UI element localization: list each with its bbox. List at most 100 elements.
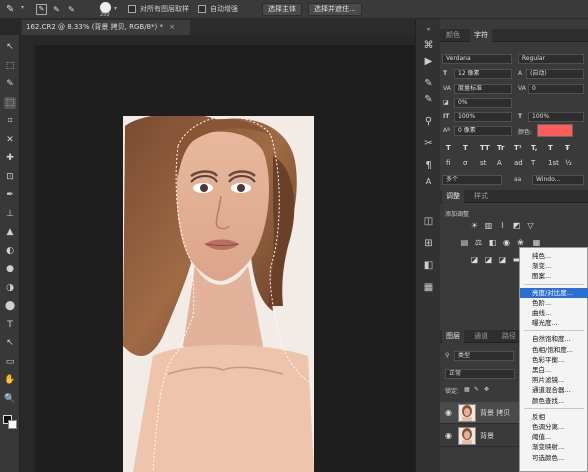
text-color-swatch[interactable]	[537, 124, 573, 137]
crop-tool-icon[interactable]: ⌗	[4, 115, 16, 127]
gradient-tool-icon[interactable]: ●	[4, 263, 16, 275]
lock-paint-icon[interactable]: ✎	[474, 386, 479, 393]
character-icon[interactable]: A	[422, 175, 435, 188]
menu-item[interactable]: 色阶...	[520, 298, 588, 308]
threshold-icon[interactable]: ◪	[498, 255, 507, 264]
vibrance-icon[interactable]: ▽	[526, 221, 535, 230]
menu-item[interactable]: 图案...	[520, 271, 588, 281]
move-tool-icon[interactable]: ↖	[4, 41, 16, 53]
chevron-down-icon[interactable]: ▾	[114, 5, 117, 12]
hue-saturation-icon[interactable]: ▤	[460, 238, 469, 247]
zoom-tool-icon[interactable]: 🔍	[4, 393, 16, 405]
info-icon[interactable]: ⊞	[422, 237, 435, 250]
tool-presets-icon[interactable]: ✂	[422, 137, 435, 150]
eyedropper-tool-icon[interactable]: ✚	[4, 152, 16, 164]
layer-kind-filter[interactable]: 类型	[454, 351, 514, 361]
brush-tool-icon[interactable]: ✒	[4, 189, 16, 201]
exposure-icon[interactable]: ◩	[512, 221, 521, 230]
paragraph-icon[interactable]: ¶	[422, 159, 435, 172]
tab-styles[interactable]: 样式	[470, 190, 492, 203]
libraries-icon[interactable]: ◫	[422, 215, 435, 228]
levels-icon[interactable]: ▥	[484, 221, 493, 230]
tab-channels[interactable]: 通道	[470, 330, 492, 343]
shape-tool-icon[interactable]: ▭	[4, 356, 16, 368]
color-lookup-icon[interactable]: ▦	[532, 238, 541, 247]
lock-transparent-icon[interactable]: ▦	[464, 386, 470, 393]
portrait-image[interactable]	[123, 116, 314, 472]
history-brush-tool-icon[interactable]: ▲	[4, 226, 16, 238]
text-style-glyph[interactable]: T	[463, 144, 468, 152]
collapse-arrows-icon[interactable]: «	[422, 23, 435, 36]
horizontal-scale-field[interactable]: 100%	[528, 112, 584, 122]
menu-item[interactable]: 可选颜色...	[520, 453, 588, 463]
tsume-field[interactable]: 0%	[454, 98, 512, 108]
clone-source-icon[interactable]: ⚲	[422, 115, 435, 128]
channel-mixer-icon[interactable]: ❀	[516, 238, 525, 247]
lock-move-icon[interactable]: ✥	[484, 386, 489, 393]
subtract-selection-icon[interactable]: ✎	[66, 4, 77, 15]
text-style-glyph[interactable]: Tr	[497, 144, 504, 152]
posterize-icon[interactable]: ◪	[484, 255, 493, 264]
healing-tool-icon[interactable]: ⊡	[4, 171, 16, 183]
quick-select-tool-icon[interactable]: ⬚	[4, 96, 16, 109]
invert-icon[interactable]: ◪	[470, 255, 479, 264]
swatches-icon[interactable]: ▦	[422, 281, 435, 294]
text-style-glyph[interactable]: T¹	[514, 144, 522, 152]
color-balance-icon[interactable]: ⚖	[474, 238, 483, 247]
frame-tool-icon[interactable]: ✕	[4, 134, 16, 146]
leading-field[interactable]: (自动)	[526, 69, 584, 79]
sample-all-layers-checkbox[interactable]	[128, 5, 136, 13]
language-select[interactable]: 多个	[442, 175, 502, 185]
blur-tool-icon[interactable]: ◑	[4, 282, 16, 294]
eraser-tool-icon[interactable]: ◐	[4, 245, 16, 257]
menu-item[interactable]: 黑白...	[520, 365, 588, 375]
menu-item[interactable]: 亮度/对比度...	[520, 287, 588, 298]
opentype-glyph[interactable]: σ	[463, 159, 467, 167]
menu-item[interactable]: 纯色...	[520, 251, 588, 261]
tab-color[interactable]: 颜色	[442, 29, 464, 42]
photo-filter-icon[interactable]: ◉	[502, 238, 511, 247]
new-selection-icon[interactable]: ✎	[36, 4, 47, 15]
menu-item[interactable]: 渐变映射...	[520, 442, 588, 452]
opentype-glyph[interactable]: A	[497, 159, 502, 167]
black-white-icon[interactable]: ◧	[488, 238, 497, 247]
opentype-glyph[interactable]: T	[531, 159, 535, 167]
tab-character[interactable]: 字符	[470, 29, 492, 42]
menu-item[interactable]: 渐变...	[520, 261, 588, 271]
anti-alias-select[interactable]: Windo...	[532, 175, 584, 185]
stamp-tool-icon[interactable]: ⊥	[4, 208, 16, 220]
tracking-field[interactable]: 0	[528, 84, 584, 94]
brightness-contrast-icon[interactable]: ☀	[470, 221, 479, 230]
select-subject-button[interactable]: 选择主体	[262, 3, 302, 16]
visibility-eye-icon[interactable]: ◉	[445, 431, 454, 440]
font-style-select[interactable]: Regular	[518, 54, 584, 64]
text-style-glyph[interactable]: T	[548, 144, 553, 152]
background-color-swatch[interactable]	[8, 420, 17, 429]
menu-item[interactable]: 色调分离...	[520, 422, 588, 432]
opentype-glyph[interactable]: st	[480, 159, 486, 167]
menu-item[interactable]: 曝光度...	[520, 318, 588, 328]
select-and-mask-button[interactable]: 选择并遮住...	[308, 3, 362, 16]
close-icon[interactable]: ×	[169, 23, 175, 31]
tab-paths[interactable]: 路径	[498, 330, 520, 343]
opentype-glyph[interactable]: 1st	[548, 159, 559, 167]
tab-adjustments[interactable]: 调整	[442, 190, 464, 203]
visibility-eye-icon[interactable]: ◉	[445, 408, 454, 417]
menu-item[interactable]: 照片滤镜...	[520, 375, 588, 385]
tab-layers[interactable]: 图层	[442, 330, 464, 343]
play-icon[interactable]: ▶	[422, 55, 435, 68]
menu-item[interactable]: 自然饱和度...	[520, 334, 588, 344]
text-style-glyph[interactable]: T	[446, 144, 451, 152]
menu-item[interactable]: 色彩平衡...	[520, 355, 588, 365]
font-size-field[interactable]: 12 像素	[454, 69, 512, 79]
menu-item[interactable]: 色相/饱和度...	[520, 345, 588, 355]
hand-tool-icon[interactable]: ✋	[4, 374, 16, 386]
menu-item[interactable]: 颜色查找...	[520, 396, 588, 406]
marquee-tool-icon[interactable]: ⬚	[4, 60, 16, 72]
properties-icon[interactable]: ◧	[422, 259, 435, 272]
text-style-glyph[interactable]: TT	[480, 144, 490, 152]
brush-settings-icon[interactable]: ✎	[422, 77, 435, 90]
chevron-down-icon[interactable]: ▾	[21, 4, 24, 11]
text-style-glyph[interactable]: Ŧ	[565, 144, 570, 152]
menu-item[interactable]: 反相	[520, 412, 588, 422]
